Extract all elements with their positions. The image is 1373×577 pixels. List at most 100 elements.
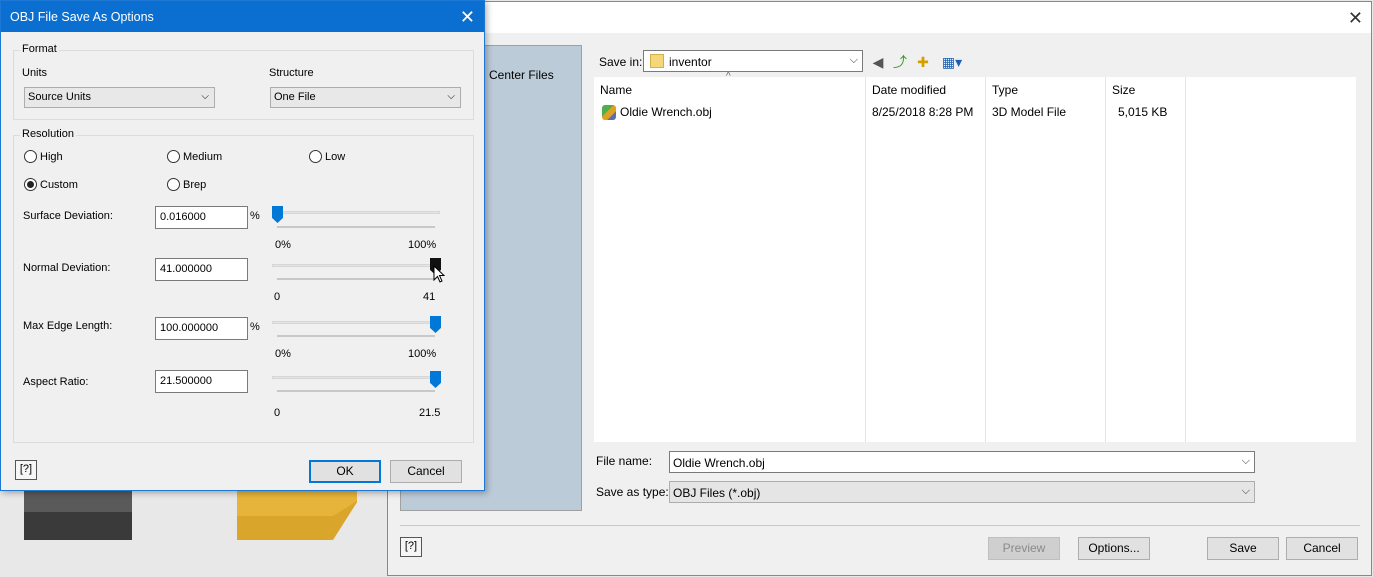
chevron-down-icon: ⌵: [1241, 485, 1250, 497]
radio-indicator: [167, 178, 180, 191]
surface-max-label: 100%: [408, 239, 437, 251]
units-label: Units: [22, 67, 48, 79]
file-list: ^ Name Date modified Type Size Oldie Wre…: [594, 71, 1356, 442]
help-button[interactable]: [?]: [400, 537, 422, 557]
column-header-size[interactable]: Size: [1112, 83, 1135, 97]
format-group-title: Format: [20, 43, 59, 55]
radio-brep[interactable]: Brep: [167, 178, 206, 191]
radio-indicator: [167, 150, 180, 163]
obj-help-button[interactable]: [?]: [15, 460, 37, 480]
radio-label: High: [40, 150, 63, 163]
aspect-ratio-label: Aspect Ratio:: [23, 376, 89, 388]
column-divider: [985, 77, 986, 442]
column-divider: [1185, 77, 1186, 442]
cancel-button[interactable]: Cancel: [1286, 537, 1358, 560]
normal-deviation-label: Normal Deviation:: [23, 262, 111, 274]
radio-indicator: [24, 150, 37, 163]
help-icon: [?]: [19, 463, 33, 475]
max-edge-length-track: [272, 321, 440, 324]
file-name-input[interactable]: Oldie Wrench.obj ⌵: [669, 451, 1255, 473]
aspect-ratio-track: [272, 376, 440, 379]
obj-options-dialog: OBJ File Save As Options ✕ Format Units …: [0, 0, 485, 491]
surface-deviation-track: [272, 211, 440, 214]
chevron-down-icon: ⌵: [447, 91, 455, 102]
divider: [400, 525, 1360, 526]
slider-ticks: [277, 335, 435, 337]
edge-unit: %: [250, 321, 260, 333]
column-header-name[interactable]: Name: [600, 83, 632, 97]
radio-indicator: [24, 178, 37, 191]
back-icon[interactable]: ◀: [869, 53, 887, 71]
obj-file-icon: [602, 105, 616, 120]
folder-icon: [650, 54, 664, 68]
column-header-date[interactable]: Date modified: [872, 83, 946, 97]
up-folder-icon[interactable]: ⤴: [891, 53, 909, 71]
column-divider: [865, 77, 866, 442]
obj-options-titlebar: OBJ File Save As Options ✕: [1, 1, 484, 32]
radio-label: Low: [325, 150, 346, 163]
units-select[interactable]: Source Units ⌵: [24, 87, 215, 108]
normal-deviation-track: [272, 264, 440, 267]
dialog-title: OBJ File Save As Options: [10, 10, 154, 24]
save-as-type-value: OBJ Files (*.obj): [673, 486, 761, 500]
chevron-down-icon: ⌵: [201, 91, 209, 102]
chevron-down-icon: ⌵: [849, 54, 858, 66]
file-date-cell: 8/25/2018 8:28 PM: [872, 105, 974, 119]
radio-indicator: [309, 150, 322, 163]
normal-max-label: 41: [423, 291, 436, 303]
radio-label: Custom: [40, 178, 78, 191]
aspect-ratio-input[interactable]: 21.500000: [155, 370, 248, 393]
surface-deviation-label: Surface Deviation:: [23, 210, 113, 222]
places-item-center-files[interactable]: Center Files: [489, 68, 554, 82]
structure-label: Structure: [269, 67, 314, 79]
view-menu-icon[interactable]: ▦▾: [938, 53, 966, 71]
radio-low[interactable]: Low: [309, 150, 345, 163]
surface-min-label: 0%: [275, 239, 291, 251]
save-as-type-label: Save as type:: [596, 485, 669, 499]
chevron-down-icon[interactable]: ⌵: [1242, 455, 1250, 468]
surface-deviation-input[interactable]: 0.016000: [155, 206, 248, 229]
resolution-group-title: Resolution: [20, 128, 76, 140]
column-header-type[interactable]: Type: [992, 83, 1018, 97]
max-edge-length-input[interactable]: 100.000000: [155, 317, 248, 340]
structure-value: One File: [274, 91, 316, 103]
save-as-type-dropdown[interactable]: OBJ Files (*.obj) ⌵: [669, 481, 1255, 503]
slider-ticks: [277, 226, 435, 228]
options-button[interactable]: Options...: [1078, 537, 1150, 560]
format-group: Format: [13, 43, 474, 120]
units-value: Source Units: [28, 91, 91, 103]
edge-min-label: 0%: [275, 348, 291, 360]
save-as-titlebar: ✕: [388, 2, 1371, 33]
save-in-label: Save in:: [599, 55, 643, 69]
ok-button[interactable]: OK: [309, 460, 381, 483]
save-button[interactable]: Save: [1207, 537, 1279, 560]
new-folder-icon[interactable]: ✚: [914, 53, 932, 71]
normal-min-label: 0: [274, 291, 281, 303]
slider-ticks: [277, 278, 435, 280]
normal-deviation-input[interactable]: 41.000000: [155, 258, 248, 281]
aspect-min-label: 0: [274, 407, 281, 419]
obj-cancel-button[interactable]: Cancel: [390, 460, 462, 483]
preview-button[interactable]: Preview: [988, 537, 1060, 560]
save-in-dropdown[interactable]: inventor ⌵: [643, 50, 863, 72]
save-as-close-icon[interactable]: ✕: [1348, 9, 1363, 27]
aspect-max-label: 21.5: [419, 407, 441, 419]
file-name-cell: Oldie Wrench.obj: [620, 105, 712, 119]
surface-unit: %: [250, 210, 260, 222]
radio-label: Brep: [183, 178, 207, 191]
help-icon: [?]: [404, 540, 418, 552]
file-type-cell: 3D Model File: [992, 105, 1067, 119]
radio-high[interactable]: High: [24, 150, 63, 163]
structure-select[interactable]: One File ⌵: [270, 87, 461, 108]
radio-label: Medium: [183, 150, 223, 163]
column-divider: [1105, 77, 1106, 442]
radio-medium[interactable]: Medium: [167, 150, 222, 163]
sort-caret-icon: ^: [726, 71, 731, 82]
slider-ticks: [277, 390, 435, 392]
save-as-dialog: ✕ Center Files Save in: inventor ⌵ ◀ ⤴ ✚…: [387, 1, 1372, 576]
radio-custom[interactable]: Custom: [24, 178, 78, 191]
table-row[interactable]: Oldie Wrench.obj 8/25/2018 8:28 PM 3D Mo…: [594, 103, 1356, 121]
file-name-label: File name:: [596, 454, 653, 468]
close-icon[interactable]: ✕: [460, 8, 475, 26]
file-size-cell: 5,015 KB: [1118, 105, 1168, 119]
